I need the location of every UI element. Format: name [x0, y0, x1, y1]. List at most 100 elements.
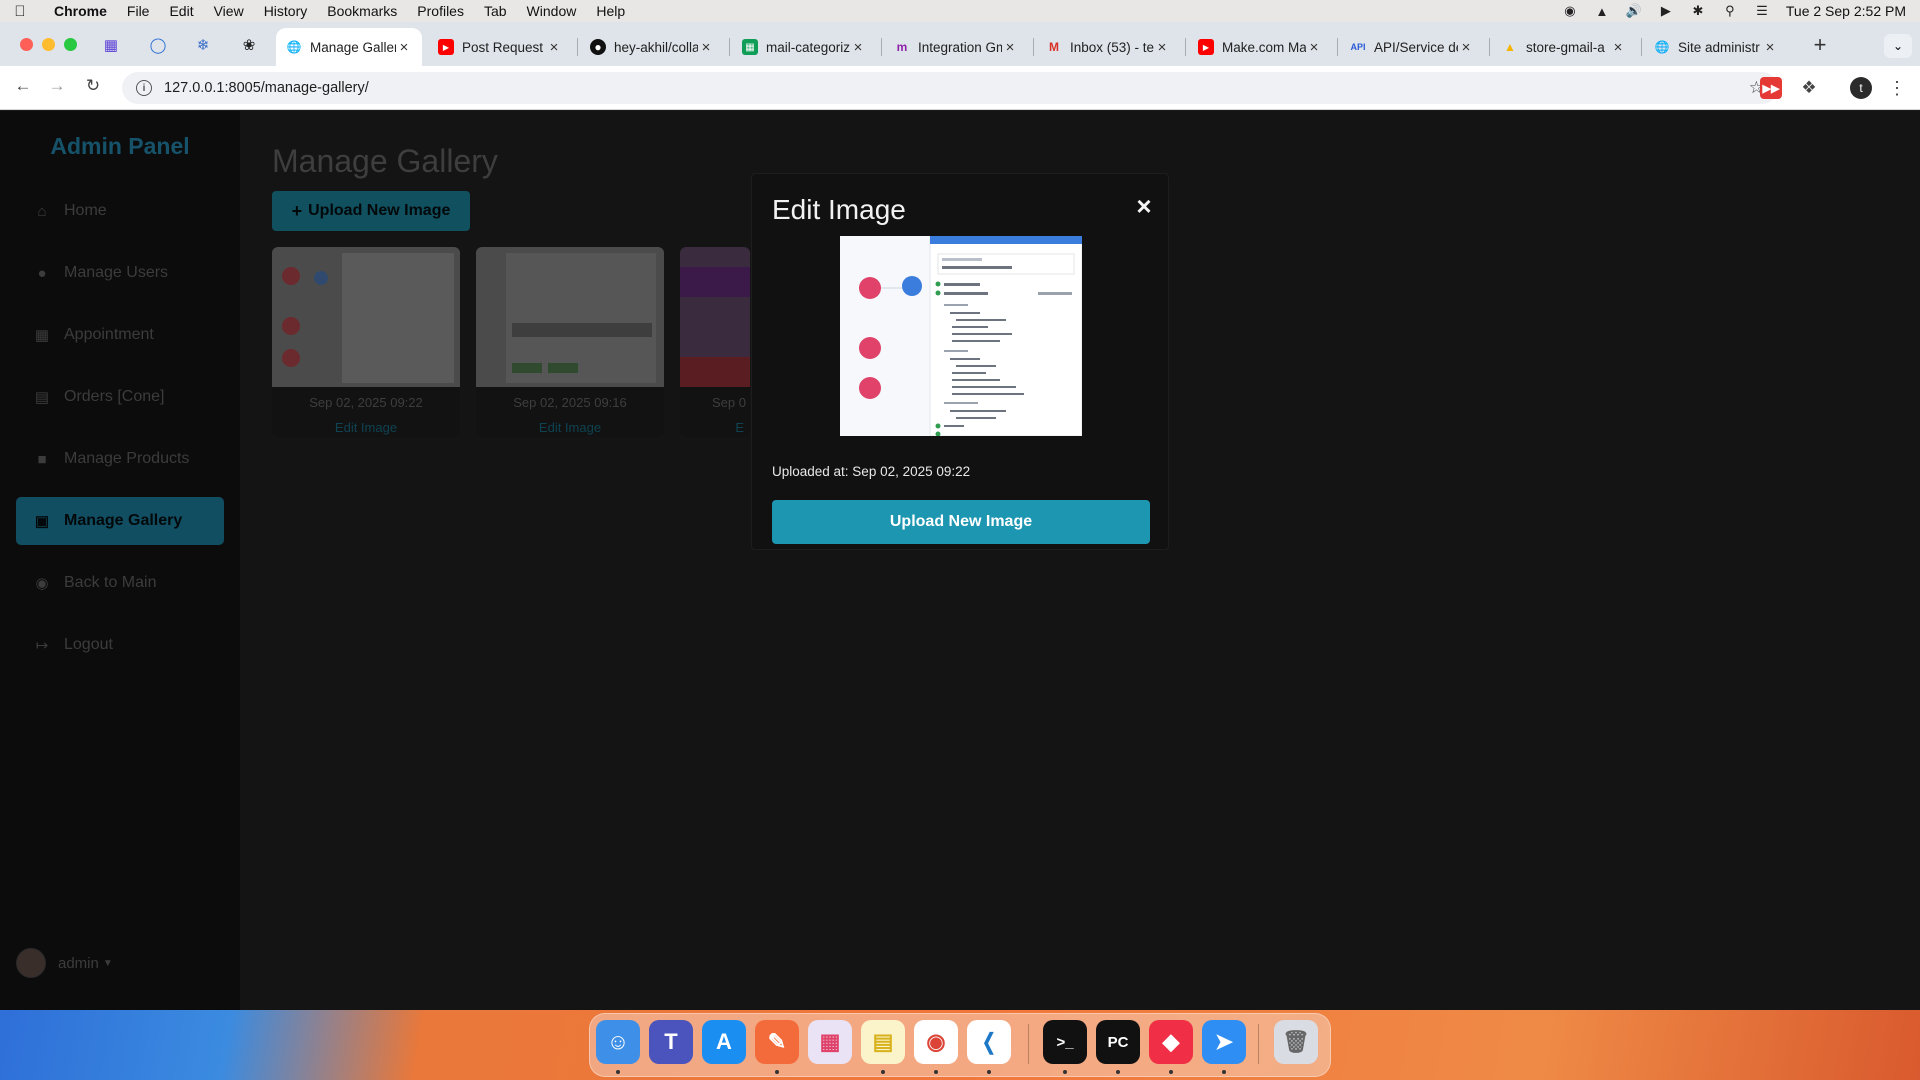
tab-close-icon[interactable]: × [1306, 39, 1322, 56]
tab-post-request[interactable]: ▶ Post Request × [428, 28, 572, 66]
tab-google-sheets[interactable]: ▦ mail-categoriz × [732, 28, 876, 66]
tab-separator [1641, 38, 1642, 56]
menu-tab[interactable]: Tab [474, 3, 517, 19]
terminal-icon[interactable]: >_ [1043, 1020, 1087, 1064]
finder-icon[interactable]: ☺ [596, 1020, 640, 1064]
pycharm-icon[interactable]: PC [1096, 1020, 1140, 1064]
running-indicator [775, 1070, 779, 1074]
globe-icon: 🌐 [286, 40, 302, 54]
menu-profiles[interactable]: Profiles [407, 3, 474, 19]
tab-close-icon[interactable]: × [1610, 39, 1626, 56]
tab-separator [1337, 38, 1338, 56]
address-bar[interactable]: i 127.0.0.1:8005/manage-gallery/ ☆ [122, 72, 1778, 104]
tab-api-service[interactable]: API API/Service de × [1340, 28, 1484, 66]
tab-close-icon[interactable]: × [396, 39, 412, 56]
pinned-tab-openai-icon[interactable]: ❀ [234, 32, 264, 58]
tab-site-admin[interactable]: 🌐 Site administr × [1644, 28, 1788, 66]
youtube-icon: ▶ [438, 39, 454, 55]
tab-title: hey-akhil/colla [614, 39, 698, 55]
pinned-tab-circle-icon[interactable]: ◯ [143, 32, 173, 58]
menu-clock[interactable]: Tue 2 Sep 2:52 PM [1786, 3, 1906, 19]
extension-red-icon[interactable]: ▶▶ [1760, 77, 1782, 99]
tab-separator [1185, 38, 1186, 56]
window-controls [20, 38, 77, 51]
menu-bookmarks[interactable]: Bookmarks [317, 3, 407, 19]
volume-icon[interactable]: 🔊 [1626, 3, 1642, 18]
status-k-icon[interactable]: ◉ [1562, 3, 1578, 18]
tab-title: Make.com Ma [1222, 39, 1306, 55]
app-store-icon[interactable]: A [702, 1020, 746, 1064]
status-car-icon[interactable]: ▲ [1594, 4, 1610, 19]
uploaded-at-text: Uploaded at: Sep 02, 2025 09:22 [772, 464, 971, 479]
notes-icon[interactable]: ▤ [861, 1020, 905, 1064]
safari-icon[interactable]: ➤ [1202, 1020, 1246, 1064]
apple-menu-icon[interactable]:  [0, 3, 40, 20]
close-window-button[interactable] [20, 38, 33, 51]
control-center-icon[interactable]: ☰ [1754, 3, 1770, 18]
tab-google-drive[interactable]: ▲ store-gmail-a × [1492, 28, 1636, 66]
browser-tab-strip: ▦ ◯ ❄ ❀ 🌐 Manage Galler × ▶ Post Request… [0, 22, 1920, 66]
dock-separator [1258, 1024, 1259, 1064]
tab-close-icon[interactable]: × [1458, 39, 1474, 56]
modal-title: Edit Image [772, 194, 906, 225]
running-indicator [1063, 1070, 1067, 1074]
menu-history[interactable]: History [254, 3, 318, 19]
new-tab-plus-icon[interactable]: + [1806, 32, 1834, 58]
menu-file[interactable]: File [117, 3, 160, 19]
pen-app-icon[interactable]: ✎ [755, 1020, 799, 1064]
tab-close-icon[interactable]: × [850, 39, 866, 56]
tab-separator [1033, 38, 1034, 56]
menu-edit[interactable]: Edit [159, 3, 203, 19]
tab-make-youtube[interactable]: ▶ Make.com Ma × [1188, 28, 1332, 66]
modal-upload-new-image-button[interactable]: Upload New Image [772, 500, 1150, 544]
image-preview-graphic [840, 236, 1082, 436]
spotlight-search-icon[interactable]: ⚲ [1722, 3, 1738, 18]
chrome-menu-icon[interactable]: ⋮ [1886, 77, 1908, 99]
play-icon[interactable]: ▶ [1658, 3, 1674, 18]
anydesk-icon[interactable]: ◆ [1149, 1020, 1193, 1064]
running-indicator [616, 1070, 620, 1074]
tab-separator [1489, 38, 1490, 56]
macos-menu-bar:  Chrome File Edit View History Bookmark… [0, 0, 1920, 22]
launchpad-icon[interactable]: ▦ [808, 1020, 852, 1064]
reload-icon[interactable]: ↻ [80, 76, 106, 100]
tab-close-icon[interactable]: × [1762, 39, 1778, 56]
tab-title: Post Request [462, 39, 544, 55]
tab-title: Integration Gm [918, 39, 1002, 55]
bluetooth-icon[interactable]: ✱ [1690, 3, 1706, 18]
tab-separator [881, 38, 882, 56]
tab-github[interactable]: ● hey-akhil/colla × [580, 28, 724, 66]
back-arrow-icon[interactable]: ← [10, 76, 36, 100]
address-url[interactable]: 127.0.0.1:8005/manage-gallery/ [164, 80, 369, 96]
menu-view[interactable]: View [204, 3, 254, 19]
tab-close-icon[interactable]: × [546, 39, 562, 56]
pinned-tab-grid-icon[interactable]: ▦ [96, 32, 126, 58]
menu-app-name[interactable]: Chrome [40, 3, 117, 19]
tab-make-integration[interactable]: m Integration Gm × [884, 28, 1028, 66]
tab-title: Inbox (53) - te [1070, 39, 1154, 55]
teams-icon[interactable]: T [649, 1020, 693, 1064]
tab-close-icon[interactable]: × [1154, 39, 1170, 56]
tab-manage-gallery[interactable]: 🌐 Manage Galler × [276, 28, 422, 66]
tab-close-icon[interactable]: × [1002, 39, 1018, 56]
running-indicator [1222, 1070, 1226, 1074]
tab-gmail-inbox[interactable]: M Inbox (53) - te × [1036, 28, 1180, 66]
profile-avatar[interactable]: t [1850, 77, 1872, 99]
minimize-window-button[interactable] [42, 38, 55, 51]
gmail-icon: M [1049, 40, 1059, 54]
extensions-puzzle-icon[interactable]: ❖ [1798, 77, 1820, 99]
tab-close-icon[interactable]: × [698, 39, 714, 56]
maximize-window-button[interactable] [64, 38, 77, 51]
vscode-icon[interactable]: ❬ [967, 1020, 1011, 1064]
tab-search-chevron-icon[interactable]: ⌄ [1884, 34, 1912, 58]
pinned-tab-snowflake-icon[interactable]: ❄ [188, 32, 218, 58]
site-info-icon[interactable]: i [136, 80, 152, 96]
forward-arrow-icon[interactable]: → [44, 76, 70, 100]
tab-separator [729, 38, 730, 56]
chrome-icon[interactable]: ◉ [914, 1020, 958, 1064]
trash-icon[interactable]: 🗑 [1274, 1020, 1318, 1064]
menu-help[interactable]: Help [586, 3, 635, 19]
tab-title: store-gmail-a [1526, 39, 1605, 55]
close-icon[interactable]: × [1132, 193, 1156, 219]
menu-window[interactable]: Window [517, 3, 587, 19]
